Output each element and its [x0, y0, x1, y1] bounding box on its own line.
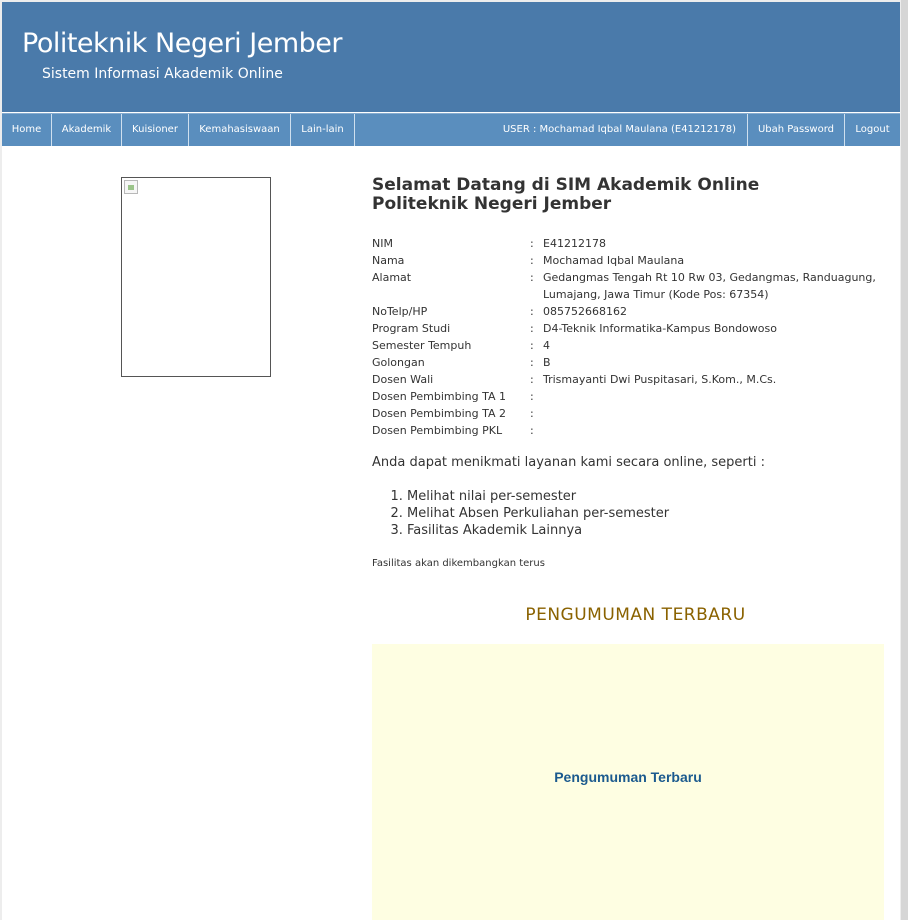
- nav-kuisioner[interactable]: Kuisioner: [122, 114, 189, 146]
- announcement-box: Pengumuman Terbaru: [372, 644, 884, 920]
- services-note: Fasilitas akan dikembangkan terus: [372, 558, 545, 569]
- welcome-line-2: Politeknik Negeri Jember: [372, 194, 612, 214]
- info-value: [543, 405, 892, 422]
- info-separator: :: [530, 390, 534, 403]
- info-label: Dosen Pembimbing TA 2: [372, 407, 507, 420]
- info-label: Alamat: [372, 271, 412, 284]
- info-separator: :: [530, 271, 534, 284]
- info-row-notelp: NoTelp/HP : 085752668162: [372, 303, 892, 320]
- info-label: NIM: [372, 237, 393, 250]
- nav-kemahasiswaan[interactable]: Kemahasiswaan: [189, 114, 291, 146]
- info-label: Program Studi: [372, 322, 451, 335]
- info-separator: :: [530, 339, 534, 352]
- info-value: D4-Teknik Informatika-Kampus Bondowoso: [543, 322, 777, 335]
- info-separator: :: [530, 356, 534, 369]
- info-value: 4: [543, 339, 550, 352]
- info-separator: :: [530, 424, 534, 437]
- info-row-pembimbing-pkl: Dosen Pembimbing PKL :: [372, 422, 892, 439]
- nav-logout[interactable]: Logout: [845, 114, 900, 146]
- student-photo: [121, 177, 271, 377]
- info-value: B: [543, 356, 551, 369]
- info-separator: :: [530, 322, 534, 335]
- welcome-heading: Selamat Datang di SIM Akademik Online Po…: [372, 176, 872, 214]
- info-separator: :: [530, 237, 534, 250]
- info-value: E41212178: [543, 237, 606, 250]
- info-label: Dosen Pembimbing TA 1: [372, 390, 507, 403]
- info-value: Mochamad Iqbal Maulana: [543, 254, 685, 267]
- info-row-pembimbing-ta2: Dosen Pembimbing TA 2 :: [372, 405, 892, 422]
- broken-image-icon: [124, 180, 138, 194]
- info-value: 085752668162: [543, 305, 627, 318]
- site-subtitle: Sistem Informasi Akademik Online: [42, 66, 283, 82]
- info-label: Dosen Wali: [372, 373, 434, 386]
- info-label: Dosen Pembimbing PKL: [372, 424, 503, 437]
- nav-lain-lain[interactable]: Lain-lain: [291, 114, 355, 146]
- list-item: Melihat nilai per-semester: [407, 488, 900, 505]
- info-label: Nama: [372, 254, 405, 267]
- info-separator: :: [530, 254, 534, 267]
- info-label: Golongan: [372, 356, 425, 369]
- nav-home[interactable]: Home: [2, 114, 52, 146]
- announcement-box-title: Pengumuman Terbaru: [554, 769, 702, 785]
- info-value: Trismayanti Dwi Puspitasari, S.Kom., M.C…: [543, 373, 777, 386]
- info-separator: :: [530, 407, 534, 420]
- info-row-dosen-wali: Dosen Wali : Trismayanti Dwi Puspitasari…: [372, 371, 892, 388]
- page-scrollbar[interactable]: [901, 0, 908, 920]
- info-row-semester: Semester Tempuh : 4: [372, 337, 892, 354]
- nav-user-label: USER : Mochamad Iqbal Maulana (E41212178…: [502, 124, 736, 135]
- site-header: Politeknik Negeri Jember Sistem Informas…: [2, 2, 900, 112]
- info-label: NoTelp/HP: [372, 305, 428, 318]
- info-value: Gedangmas Tengah Rt 10 Rw 03, Gedangmas,…: [543, 271, 876, 301]
- info-label: Semester Tempuh: [372, 339, 472, 352]
- info-row-program-studi: Program Studi : D4-Teknik Informatika-Ka…: [372, 320, 892, 337]
- announcement-heading: PENGUMUMAN TERBARU: [525, 605, 746, 625]
- main-navbar: Home Akademik Kuisioner Kemahasiswaan La…: [2, 113, 900, 146]
- nav-change-password[interactable]: Ubah Password: [747, 114, 845, 146]
- info-row-pembimbing-ta1: Dosen Pembimbing TA 1 :: [372, 388, 892, 405]
- info-row-nama: Nama : Mochamad Iqbal Maulana: [372, 252, 892, 269]
- nav-akademik[interactable]: Akademik: [52, 114, 122, 146]
- student-info: NIM : E41212178 Nama : Mochamad Iqbal Ma…: [372, 235, 892, 439]
- list-item: Fasilitas Akademik Lainnya: [407, 522, 900, 539]
- site-title: Politeknik Negeri Jember: [22, 28, 342, 59]
- info-separator: :: [530, 305, 534, 318]
- welcome-line-1: Selamat Datang di SIM Akademik Online: [372, 175, 760, 195]
- info-row-golongan: Golongan : B: [372, 354, 892, 371]
- browser-frame: Politeknik Negeri Jember Sistem Informas…: [0, 0, 908, 920]
- info-row-alamat: Alamat : Gedangmas Tengah Rt 10 Rw 03, G…: [372, 269, 892, 303]
- info-row-nim: NIM : E41212178: [372, 235, 892, 252]
- services-list: Melihat nilai per-semester Melihat Absen…: [372, 488, 900, 539]
- services-intro: Anda dapat menikmati layanan kami secara…: [372, 455, 765, 470]
- info-value: [543, 388, 892, 405]
- page: Politeknik Negeri Jember Sistem Informas…: [2, 2, 900, 920]
- info-value: [543, 422, 892, 439]
- list-item: Melihat Absen Perkuliahan per-semester: [407, 505, 900, 522]
- info-separator: :: [530, 373, 534, 386]
